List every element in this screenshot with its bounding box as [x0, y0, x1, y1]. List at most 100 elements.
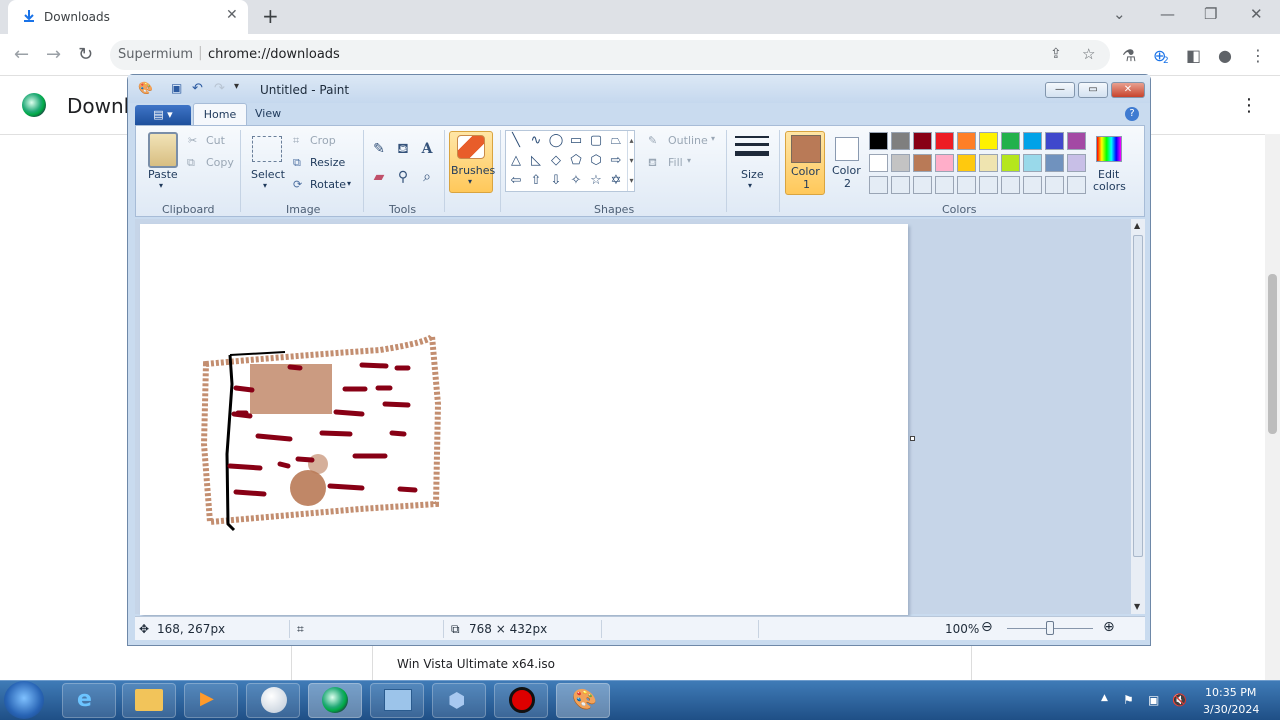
magnifier-icon[interactable]: ⌕ — [417, 167, 437, 187]
tab-close-icon[interactable]: ✕ — [226, 7, 238, 23]
up-arrow-shape-icon[interactable]: ⇧ — [528, 173, 544, 189]
paint-close-button[interactable]: ✕ — [1111, 82, 1145, 98]
palette-color-swatch[interactable] — [1067, 132, 1086, 150]
scroll-down-icon[interactable]: ▼ — [1134, 602, 1140, 611]
six-point-star-shape-icon[interactable]: ✡ — [608, 173, 624, 189]
minimize-button[interactable]: — — [1160, 5, 1175, 23]
cut-button[interactable]: Cut — [206, 134, 225, 147]
paste-icon[interactable] — [148, 132, 178, 168]
pencil-icon[interactable]: ✎ — [369, 139, 389, 159]
taskbar-paint[interactable]: 🎨 — [556, 683, 610, 718]
diamond-shape-icon[interactable]: ◇ — [548, 153, 564, 169]
palette-empty-swatch[interactable] — [1067, 176, 1086, 194]
paste-button[interactable]: Paste — [148, 168, 178, 181]
drawing-canvas[interactable] — [140, 224, 908, 615]
scroll-up-icon[interactable]: ▲ — [1134, 221, 1140, 230]
tab-home[interactable]: Home — [193, 103, 247, 125]
outline-dropdown-icon[interactable]: ▾ — [711, 134, 715, 143]
palette-empty-swatch[interactable] — [1045, 176, 1064, 194]
edit-colors-icon[interactable] — [1096, 136, 1122, 162]
right-arrow-shape-icon[interactable]: ⇨ — [608, 153, 624, 169]
palette-empty-swatch[interactable] — [935, 176, 954, 194]
save-icon[interactable]: ▣ — [171, 81, 186, 96]
rectangle-shape-icon[interactable]: ▭ — [568, 133, 584, 149]
action-center-flag-icon[interactable]: ⚑ — [1123, 693, 1134, 707]
palette-color-swatch[interactable] — [869, 132, 888, 150]
tab-downloads[interactable]: Downloads ✕ — [8, 0, 248, 34]
palette-color-swatch[interactable] — [1045, 132, 1064, 150]
taskbar-internet-explorer[interactable]: e — [62, 683, 116, 718]
taskbar-supermium[interactable] — [308, 683, 362, 718]
canvas-vertical-scrollbar[interactable]: ▲ ▼ — [1131, 219, 1145, 614]
paint-file-menu-button[interactable]: ▤ ▾ — [135, 105, 191, 125]
taskbar-recorder[interactable] — [494, 683, 548, 718]
volume-muted-icon[interactable]: 🔇 — [1172, 693, 1187, 707]
five-point-star-shape-icon[interactable]: ☆ — [588, 173, 604, 189]
triangle-shape-icon[interactable]: △ — [508, 153, 524, 169]
palette-color-swatch[interactable] — [1023, 154, 1042, 172]
pentagon-shape-icon[interactable]: ⬠ — [568, 153, 584, 169]
fill-bucket-icon[interactable]: ⛾ — [393, 139, 413, 159]
address-bar[interactable]: Supermium | chrome://downloads ⇪ ☆ — [110, 40, 1110, 70]
palette-color-swatch[interactable] — [891, 132, 910, 150]
fill-button[interactable]: Fill — [668, 156, 683, 169]
size-icon[interactable] — [735, 134, 769, 162]
restore-button[interactable]: ❐ — [1204, 5, 1217, 23]
taskbar-media-player[interactable]: ▶ — [184, 683, 238, 718]
color2-button[interactable]: Color 2 — [827, 131, 867, 195]
select-button[interactable]: Select — [251, 168, 285, 181]
fill-dropdown-icon[interactable]: ▾ — [687, 156, 691, 165]
palette-empty-swatch[interactable] — [891, 176, 910, 194]
size-dropdown-icon[interactable]: ▾ — [748, 181, 752, 190]
resize-button[interactable]: Resize — [310, 156, 345, 169]
palette-color-swatch[interactable] — [1045, 154, 1064, 172]
palette-empty-swatch[interactable] — [1001, 176, 1020, 194]
forward-arrow-icon[interactable]: → — [46, 44, 61, 65]
palette-color-swatch[interactable] — [891, 154, 910, 172]
eraser-icon[interactable]: ▰ — [369, 167, 389, 187]
hexagon-shape-icon[interactable]: ⬡ — [588, 153, 604, 169]
reload-icon[interactable]: ↻ — [78, 44, 93, 65]
color-picker-icon[interactable]: ⚲ — [393, 167, 413, 187]
taskbar-virtualbox[interactable]: ⬢ — [432, 683, 486, 718]
qat-customize-icon[interactable]: ▾ — [234, 81, 249, 96]
palette-color-swatch[interactable] — [979, 132, 998, 150]
clock-time[interactable]: 10:35 PM — [1205, 686, 1256, 699]
canvas-resize-handle[interactable] — [910, 436, 915, 441]
undo-icon[interactable]: ↶ — [192, 81, 207, 96]
share-icon[interactable]: ⇪ — [1050, 46, 1062, 62]
palette-empty-swatch[interactable] — [869, 176, 888, 194]
palette-color-swatch[interactable] — [935, 132, 954, 150]
brushes-button[interactable]: Brushes ▾ — [449, 131, 495, 193]
taskbar-remote-app[interactable] — [370, 683, 424, 718]
paste-dropdown-icon[interactable]: ▾ — [159, 181, 163, 190]
palette-color-swatch[interactable] — [957, 154, 976, 172]
left-arrow-shape-icon[interactable]: ⇦ — [508, 173, 524, 189]
network-icon[interactable]: ▣ — [1148, 693, 1159, 707]
clock-date[interactable]: 3/30/2024 — [1203, 703, 1259, 716]
size-button[interactable]: Size — [741, 168, 764, 181]
rotate-button[interactable]: Rotate — [310, 178, 346, 191]
select-icon[interactable] — [252, 136, 282, 162]
palette-color-swatch[interactable] — [957, 132, 976, 150]
rotate-dropdown-icon[interactable]: ▾ — [347, 179, 351, 188]
close-button[interactable]: ✕ — [1250, 5, 1263, 23]
palette-empty-swatch[interactable] — [957, 176, 976, 194]
palette-color-swatch[interactable] — [1001, 132, 1020, 150]
tray-expand-icon[interactable]: ▲ — [1101, 693, 1108, 703]
shapes-gallery[interactable]: ╲ ∿ ◯ ▭ ▢ ⏢ △ ◺ ◇ ⬠ ⬡ ⇨ ⇦ ⇧ ⇩ ✧ ☆ ✡ ▴ ▾ ▾ — [505, 130, 635, 192]
downloads-menu-icon[interactable]: ⋮ — [1240, 95, 1258, 116]
copy-button[interactable]: Copy — [206, 156, 234, 169]
edit-colors-line2[interactable]: colors — [1093, 180, 1126, 193]
tab-search-icon[interactable]: ⌄ — [1113, 5, 1126, 23]
download-file-name[interactable]: Win Vista Ultimate x64.iso — [397, 657, 555, 671]
new-tab-button[interactable]: + — [262, 4, 279, 28]
profile-avatar-icon[interactable]: ● — [1218, 46, 1232, 65]
palette-color-swatch[interactable] — [979, 154, 998, 172]
palette-empty-swatch[interactable] — [1023, 176, 1042, 194]
bookmark-star-icon[interactable]: ☆ — [1082, 45, 1095, 63]
canvas-area[interactable] — [135, 219, 1131, 615]
paint-minimize-button[interactable]: — — [1045, 82, 1075, 98]
help-icon[interactable]: ? — [1125, 107, 1139, 121]
taskbar-app[interactable] — [246, 683, 300, 718]
